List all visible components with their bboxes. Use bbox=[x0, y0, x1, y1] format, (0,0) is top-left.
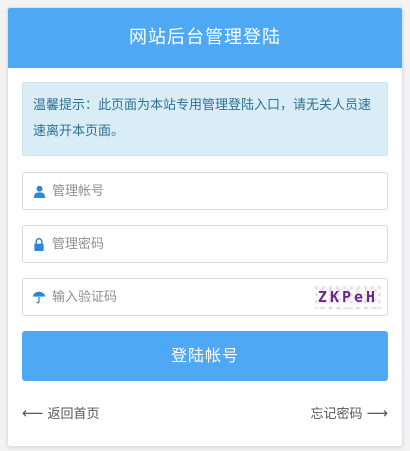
captcha-image[interactable]: ZKPeH bbox=[315, 285, 381, 309]
arrow-left-icon: ⟵ bbox=[22, 403, 44, 422]
forgot-password-link[interactable]: 忘记密码 ⟶ bbox=[310, 403, 388, 423]
login-panel: 网站后台管理登陆 温馨提示：此页面为本站专用管理登陆入口，请无关人员速速离开本页… bbox=[7, 7, 403, 447]
lock-icon bbox=[32, 237, 46, 251]
password-input[interactable] bbox=[52, 226, 302, 262]
notice-alert: 温馨提示：此页面为本站专用管理登陆入口，请无关人员速速离开本页面。 bbox=[22, 82, 388, 156]
password-field[interactable] bbox=[22, 225, 388, 263]
umbrella-icon bbox=[32, 290, 46, 304]
page-title: 网站后台管理登陆 bbox=[8, 8, 402, 68]
back-home-label: 返回首页 bbox=[47, 407, 100, 422]
captcha-input[interactable] bbox=[52, 279, 302, 315]
back-home-link[interactable]: ⟵ 返回首页 bbox=[22, 403, 100, 423]
login-button[interactable]: 登陆帐号 bbox=[22, 331, 388, 381]
footer-links: ⟵ 返回首页 忘记密码 ⟶ bbox=[22, 403, 388, 423]
login-form: 温馨提示：此页面为本站专用管理登陆入口，请无关人员速速离开本页面。 管理帐号 输… bbox=[8, 68, 402, 422]
user-icon bbox=[32, 184, 46, 198]
captcha-field[interactable]: ZKPeH bbox=[22, 278, 388, 316]
forgot-password-label: 忘记密码 bbox=[310, 407, 363, 422]
username-field[interactable] bbox=[22, 172, 388, 210]
arrow-right-icon: ⟶ bbox=[366, 403, 388, 422]
username-input[interactable] bbox=[52, 173, 302, 209]
